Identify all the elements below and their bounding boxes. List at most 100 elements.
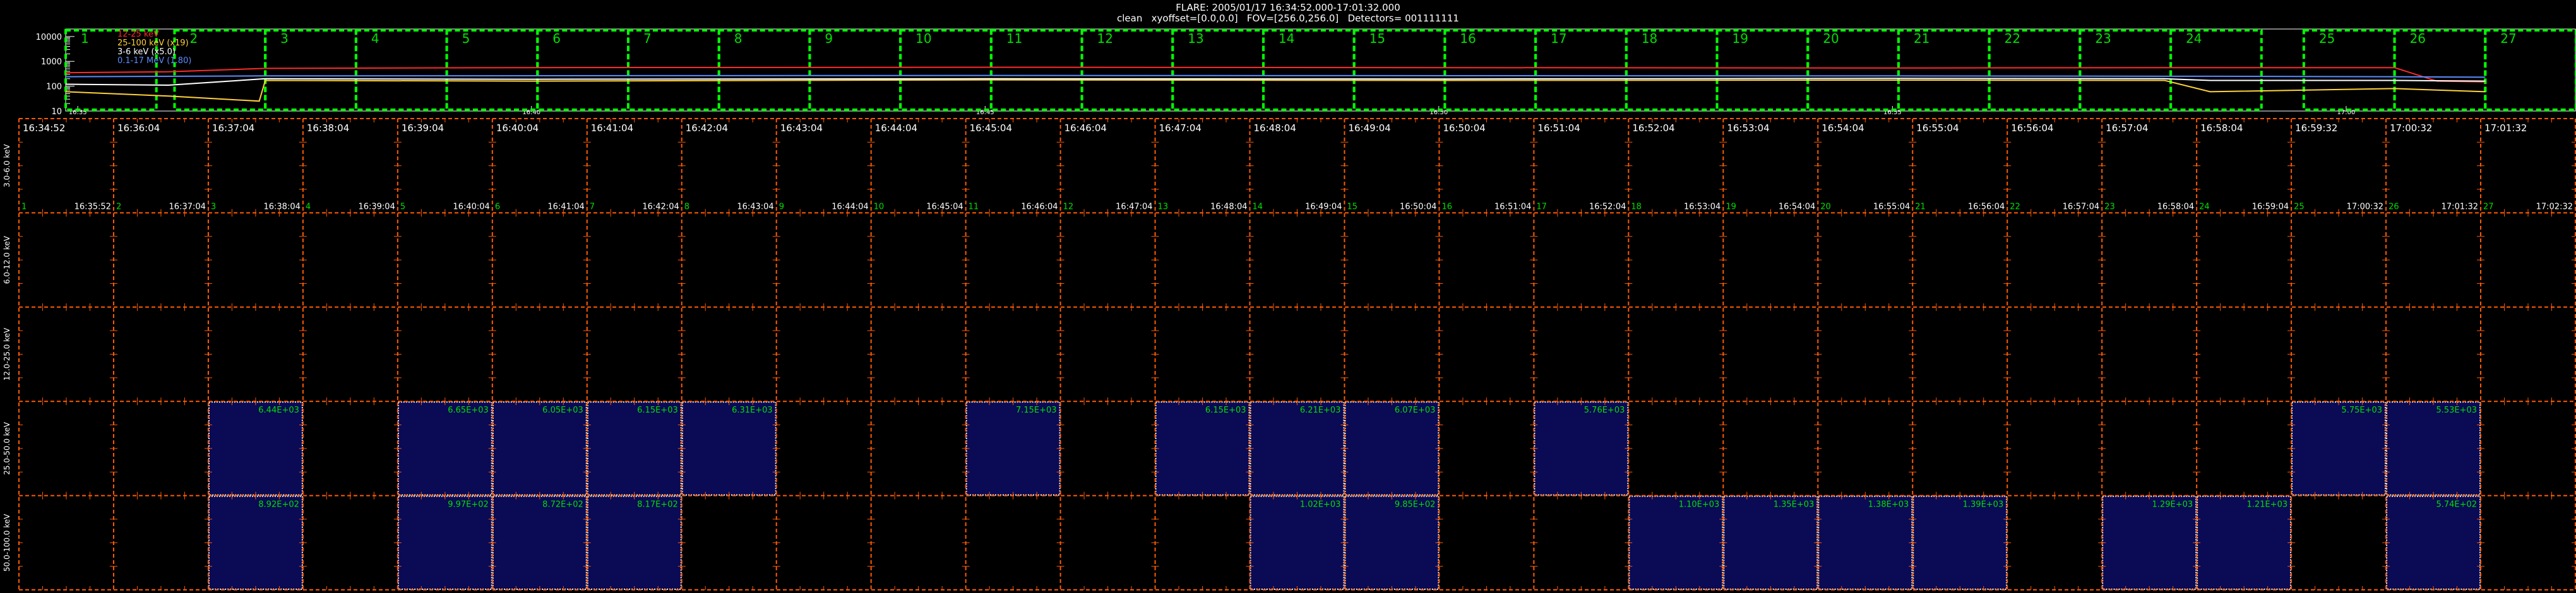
image-cell [208,495,303,590]
start-time-label: 16:57:04 [2106,122,2148,134]
interval-number-label: 25 [2294,202,2305,211]
interval-number-label: 9 [779,202,784,211]
interval-number: 19 [1732,31,1748,46]
image-cell [1249,495,1345,590]
start-time-label: 16:50:04 [1443,122,1485,134]
start-time-label: 17:01:32 [2484,122,2527,134]
end-time-label: 17:02:32 [2536,202,2573,211]
end-time-label: 16:47:04 [1116,202,1152,211]
title-line-2: clean xyoffset=[0.0,0.0] FOV=[256.0,256.… [1117,13,1459,24]
interval-number: 23 [2095,31,2111,46]
interval-box [2078,29,2173,111]
interval-box [1261,29,1356,111]
start-time-label: 17:00:32 [2390,122,2432,134]
start-time-label: 16:55:04 [1916,122,1959,134]
interval-number-label: 20 [1820,202,1831,211]
image-max-label: 6.31E+03 [732,406,773,415]
interval-number-label: 23 [2104,202,2115,211]
energy-band-label: 6.0-12.0 keV [3,235,11,284]
end-time-label: 16:48:04 [1210,202,1247,211]
image-cell [208,401,303,496]
figure-title: FLARE: 2005/01/17 16:34:52.000-17:01:32.… [0,3,2576,24]
interval-number: 24 [2186,31,2202,46]
interval-box [2393,29,2487,111]
interval-box [1988,29,2082,111]
start-time-label: 16:51:04 [1537,122,1580,134]
end-time-label: 16:42:04 [642,202,679,211]
legend-entry: 25-100 keV (x19) [117,38,189,48]
interval-number-label: 1 [21,202,27,211]
image-max-label: 5.74E+02 [2436,500,2477,510]
series-line [65,79,2486,102]
energy-band-label: 3.0-6.0 keV [3,144,11,187]
interval-number-label: 26 [2388,202,2399,211]
start-time-label: 16:53:04 [1727,122,1769,134]
interval-number-label: 6 [495,202,500,211]
end-time-label: 16:52:04 [1589,202,1626,211]
interval-number-label: 5 [400,202,405,211]
interval-number-label: 16 [1441,202,1452,211]
image-cell [397,495,492,590]
image-max-label: 1.38E+03 [1868,500,1909,510]
interval-box [1443,29,1537,111]
image-cell [1628,495,1724,590]
image-max-label: 6.07E+03 [1395,406,1436,415]
start-time-label: 16:48:04 [1254,122,1296,134]
interval-box [899,29,993,111]
interval-number-label: 15 [1347,202,1357,211]
title-line-1: FLARE: 2005/01/17 16:34:52.000-17:01:32.… [1176,2,1400,13]
interval-number-label: 27 [2483,202,2494,211]
interval-number: 15 [1369,31,1385,46]
image-max-label: 9.97E+02 [448,500,489,510]
interval-number-label: 2 [116,202,121,211]
image-cell [1249,401,1345,496]
end-time-label: 17:01:32 [2442,202,2478,211]
series-line [65,74,2486,78]
end-time-label: 16:59:04 [2252,202,2289,211]
interval-number: 18 [1642,31,1657,46]
interval-number: 20 [1823,31,1839,46]
interval-number: 3 [280,31,289,46]
interval-box [1080,29,1174,111]
image-cell [492,495,587,590]
start-time-label: 16:54:04 [1822,122,1864,134]
interval-box [1625,29,1719,111]
image-max-label: 1.39E+03 [1963,500,2004,510]
start-time-label: 16:47:04 [1159,122,1202,134]
image-max-label: 7.15E+03 [1016,406,1057,415]
image-max-label: 9.85E+02 [1395,500,1436,510]
image-max-label: 1.02E+03 [1300,500,1341,510]
interval-number-label: 11 [969,202,979,211]
start-time-label: 16:52:04 [1632,122,1674,134]
image-cell [1344,495,1440,590]
end-time-label: 16:40:04 [453,202,489,211]
image-max-label: 6.44E+03 [258,406,299,415]
interval-box [808,29,902,111]
interval-number: 14 [1279,31,1294,46]
interval-number: 22 [2005,31,2020,46]
end-time-label: 16:56:04 [1968,202,2005,211]
interval-number-label: 22 [2010,202,2020,211]
interval-number: 25 [2319,31,2335,46]
interval-box [1806,29,1900,111]
image-max-label: 1.10E+03 [1679,500,1720,510]
image-cell [587,401,682,496]
image-max-label: 8.92E+02 [258,500,299,510]
interval-box [2484,29,2576,111]
energy-band-label: 25.0-50.0 keV [3,421,11,474]
start-time-label: 16:40:04 [496,122,539,134]
end-time-label: 16:45:04 [926,202,963,211]
end-time-label: 16:43:04 [737,202,773,211]
image-cell [681,401,777,496]
image-max-label: 6.65E+03 [448,406,489,415]
image-max-label: 1.21E+03 [2247,500,2288,510]
image-cell [1534,401,1629,496]
end-time-label: 16:58:04 [2157,202,2194,211]
interval-number: 5 [462,31,470,46]
interval-box [2169,29,2263,111]
image-cell [2291,401,2387,496]
interval-number: 26 [2410,31,2426,46]
interval-number: 6 [552,31,561,46]
interval-number: 17 [1551,31,1566,46]
interval-number: 16 [1460,31,1476,46]
